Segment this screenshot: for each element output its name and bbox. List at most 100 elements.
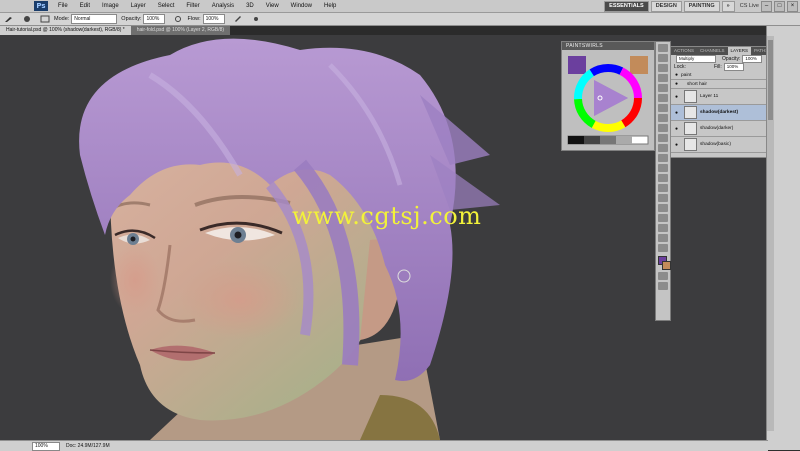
color-swatches xyxy=(658,256,671,270)
menu-analysis[interactable]: Analysis xyxy=(206,0,240,12)
zoom-tool-icon[interactable] xyxy=(658,244,668,252)
layer-thumbnail xyxy=(684,90,697,103)
doc-size-info[interactable]: Doc: 24.9M/127.9M xyxy=(66,443,110,449)
menu-window[interactable]: Window xyxy=(285,0,318,12)
menu-file[interactable]: File xyxy=(52,0,74,12)
brush-tool-icon-strip[interactable] xyxy=(658,114,668,122)
lock-label: Lock: xyxy=(674,64,686,70)
move-tool-icon[interactable] xyxy=(658,44,668,52)
layer-row-short-hair[interactable]: ● short hair xyxy=(671,80,767,89)
color-wheel-icon[interactable] xyxy=(562,50,654,150)
3d-rotate-tool-icon[interactable] xyxy=(658,224,668,232)
layer-name: paint xyxy=(681,72,692,78)
airbrush-icon[interactable] xyxy=(233,15,243,23)
menu-3d[interactable]: 3D xyxy=(240,0,260,12)
tab-layers[interactable]: LAYERS xyxy=(727,47,751,55)
layer-row-shadow-basic[interactable]: ● shadow(basic) xyxy=(671,137,767,153)
menu-filter[interactable]: Filter xyxy=(180,0,205,12)
pressure-opacity-icon[interactable] xyxy=(173,15,183,23)
eye-icon[interactable]: ● xyxy=(675,110,681,116)
quick-select-tool-icon[interactable] xyxy=(658,74,668,82)
hand-tool-icon[interactable] xyxy=(658,234,668,242)
layer-row-layer-11[interactable]: ● Layer 11 xyxy=(671,89,767,105)
layer-thumbnail xyxy=(684,138,697,151)
menu-edit[interactable]: Edit xyxy=(74,0,96,12)
layer-name: short hair xyxy=(687,81,707,87)
minimize-icon[interactable]: – xyxy=(761,1,772,12)
marquee-tool-icon[interactable] xyxy=(658,54,668,62)
eraser-tool-icon[interactable] xyxy=(658,144,668,152)
menu-help[interactable]: Help xyxy=(318,0,342,12)
workspace-design-button[interactable]: DESIGN xyxy=(650,1,682,12)
doc-tab-hair-fold[interactable]: hair-fold.psd @ 100% (Layer 2, RGB/8) xyxy=(130,26,231,35)
layer-row-shadow-darkest[interactable]: ● shadow(darkest) xyxy=(671,105,767,121)
blend-mode-select[interactable]: Multiply xyxy=(676,55,716,63)
tab-channels[interactable]: CHANNELS xyxy=(697,47,728,55)
healing-brush-tool-icon[interactable] xyxy=(658,104,668,112)
pen-tool-icon[interactable] xyxy=(658,184,668,192)
screen-mode-icon[interactable] xyxy=(658,282,668,290)
menu-select[interactable]: Select xyxy=(152,0,181,12)
layer-name: shadow(darker) xyxy=(700,126,734,131)
layer-row-shadow-darker[interactable]: ● shadow(darker) xyxy=(671,121,767,137)
mode-label: Mode: xyxy=(54,16,70,22)
doc-tab-hair-tutorial[interactable]: Hair-tutorial.psd @ 100% (shadow(darkest… xyxy=(0,26,131,35)
layer-opacity-field[interactable]: 100% xyxy=(742,55,763,63)
opacity-field[interactable]: 100% xyxy=(143,14,166,24)
layer-row-paint[interactable]: ● paint xyxy=(671,71,767,80)
color-wheel-panel: PAINTSWIRLS xyxy=(561,41,655,151)
panel-tabs: ACTIONS CHANNELS LAYERS PATHS HISTORY xyxy=(671,47,794,55)
cs-live-button[interactable]: CS Live xyxy=(737,2,762,11)
flow-label: Flow: xyxy=(187,16,201,22)
lasso-tool-icon[interactable] xyxy=(658,64,668,72)
layer-opacity-label: Opacity: xyxy=(722,56,741,62)
blur-tool-icon[interactable] xyxy=(658,164,668,172)
gradient-tool-icon[interactable] xyxy=(658,154,668,162)
brush-panel-icon[interactable] xyxy=(40,15,50,23)
tools-panel xyxy=(655,41,671,321)
fill-field[interactable]: 100% xyxy=(723,63,744,71)
workspace-more-button[interactable]: » xyxy=(721,1,735,12)
eye-icon[interactable]: ● xyxy=(675,142,681,148)
path-select-tool-icon[interactable] xyxy=(658,204,668,212)
photoshop-logo: Ps xyxy=(34,1,48,11)
layer-name: Layer 11 xyxy=(700,94,719,99)
clone-stamp-tool-icon[interactable] xyxy=(658,124,668,132)
quick-mask-icon[interactable] xyxy=(658,272,668,280)
pressure-size-icon[interactable] xyxy=(251,15,261,23)
window-controls: – □ × xyxy=(761,1,798,12)
dodge-tool-icon[interactable] xyxy=(658,174,668,182)
mode-select[interactable]: Normal xyxy=(71,14,118,24)
layer-name: shadow(basic) xyxy=(700,142,731,147)
close-icon[interactable]: × xyxy=(787,1,798,12)
workspace-switcher: ESSENTIALS DESIGN PAINTING » CS Live xyxy=(604,1,762,12)
brush-tool-icon[interactable] xyxy=(4,15,14,23)
maximize-icon[interactable]: □ xyxy=(774,1,785,12)
workspace-essentials-button[interactable]: ESSENTIALS xyxy=(604,1,649,12)
scrollbar-thumb[interactable] xyxy=(768,40,773,120)
eye-icon[interactable]: ● xyxy=(675,81,681,87)
zoom-field[interactable]: 100% xyxy=(32,441,60,451)
crop-tool-icon[interactable] xyxy=(658,84,668,92)
menu-image[interactable]: Image xyxy=(96,0,125,12)
brush-preset-icon[interactable] xyxy=(22,15,32,23)
type-tool-icon[interactable] xyxy=(658,194,668,202)
layer-thumbnail xyxy=(684,106,697,119)
eye-icon[interactable]: ● xyxy=(675,126,681,132)
eyedropper-tool-icon[interactable] xyxy=(658,94,668,102)
document-tabs: Hair-tutorial.psd @ 100% (shadow(darkest… xyxy=(0,26,560,35)
watermark-text: www.cgtsj.com xyxy=(292,202,482,230)
layer-thumbnail xyxy=(684,122,697,135)
eye-icon[interactable]: ● xyxy=(675,94,681,100)
menu-view[interactable]: View xyxy=(260,0,285,12)
shape-tool-icon[interactable] xyxy=(658,214,668,222)
vertical-scrollbar[interactable] xyxy=(767,36,774,431)
workspace-painting-button[interactable]: PAINTING xyxy=(683,1,720,12)
background-color-swatch[interactable] xyxy=(662,261,671,270)
fill-label: Fill: xyxy=(713,64,722,70)
layers-panel: ACTIONS CHANNELS LAYERS PATHS HISTORY Mu… xyxy=(670,46,794,158)
menu-layer[interactable]: Layer xyxy=(125,0,152,12)
flow-field[interactable]: 100% xyxy=(202,14,225,24)
tab-actions[interactable]: ACTIONS xyxy=(671,47,697,55)
history-brush-tool-icon[interactable] xyxy=(658,134,668,142)
